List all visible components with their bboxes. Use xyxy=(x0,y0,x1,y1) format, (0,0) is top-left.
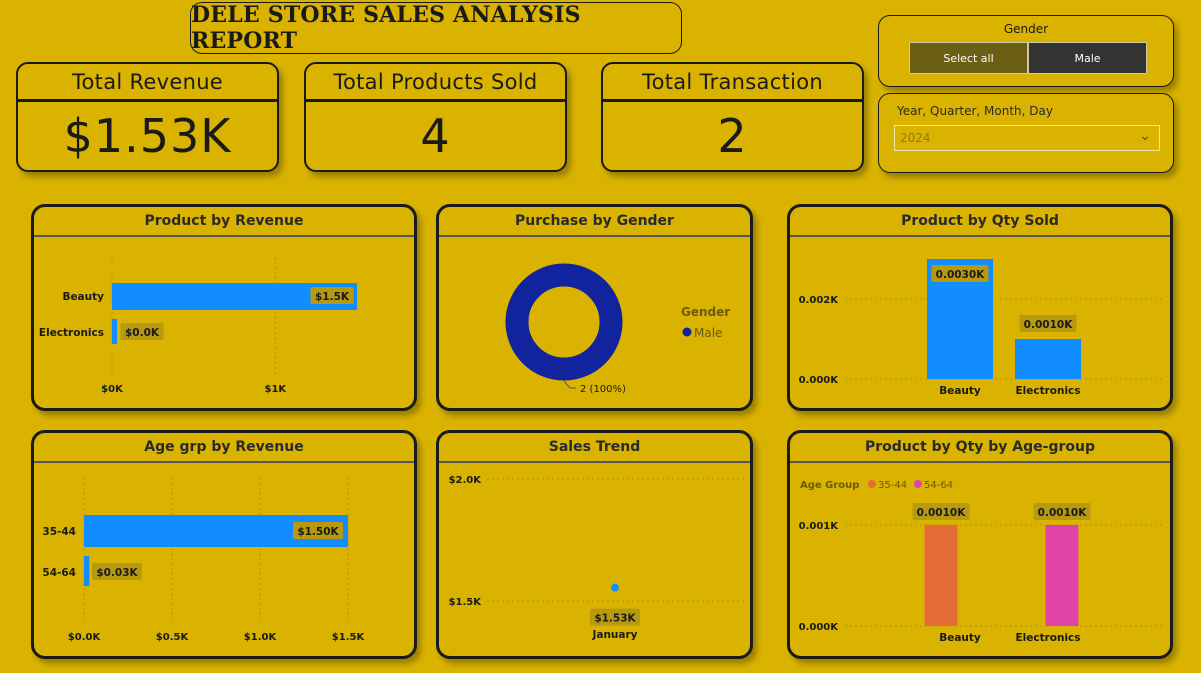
chart-product-by-revenue: Product by Revenue $0K $1K Beauty Electroni… xyxy=(31,204,417,411)
chart-title: Purchase by Gender xyxy=(439,207,750,237)
legend-label: 54-64 xyxy=(924,480,953,491)
chart-plot: Age Group 35-44 54-64 0.000K 0.001K 0.0010K Be… xyxy=(799,480,1165,644)
x-tick-label: $1K xyxy=(264,384,287,395)
data-label: $0.0K xyxy=(125,327,160,339)
y-tick-label: 0.001K xyxy=(799,521,840,532)
category-label: January xyxy=(591,629,637,641)
kpi-label: Total Revenue xyxy=(18,64,277,102)
category-label: Beauty xyxy=(939,385,981,397)
kpi-label: Total Products Sold xyxy=(306,64,565,102)
legend-label: Male xyxy=(694,326,722,340)
y-tick-label: $1.5K xyxy=(449,597,483,608)
slice-label: 2 (100%) xyxy=(580,384,626,395)
chart-sales-trend: Sales Trend $1.5K $2.0K $1.53K January xyxy=(436,430,753,659)
chart-title: Product by Qty by Age-group xyxy=(790,433,1170,463)
bar xyxy=(112,319,117,344)
date-slicer: Year, Quarter, Month, Day 2024 ⌄ xyxy=(878,93,1174,173)
legend-title: Gender xyxy=(681,305,730,319)
y-tick-label: 0.002K xyxy=(799,295,840,306)
y-tick-label: $2.0K xyxy=(449,475,483,486)
chart-plot: $0K $1K Beauty Electronics $1.5K $0.0K xyxy=(39,257,357,395)
category-label: 35-44 xyxy=(42,526,76,538)
chart-product-by-qty-by-age-group: Product by Qty by Age-group Age Group 35-… xyxy=(787,430,1173,659)
select-all-button[interactable]: Select all xyxy=(909,42,1028,74)
data-label: 0.0030K xyxy=(936,269,986,281)
category-label: Electronics xyxy=(1015,385,1080,397)
report-title: DELE STORE SALES ANALYSIS REPORT xyxy=(191,2,581,54)
data-label: $1.5K xyxy=(315,291,350,303)
male-button[interactable]: Male xyxy=(1028,42,1147,74)
x-tick-label: $0.5K xyxy=(156,632,190,643)
chart-title: Age grp by Revenue xyxy=(34,433,414,463)
y-tick-label: 0.000K xyxy=(799,622,840,633)
category-label: Beauty xyxy=(939,632,981,644)
chart-purchase-by-gender: Purchase by Gender 2 (100%) Gender Male xyxy=(436,204,753,411)
legend-label: 35-44 xyxy=(878,480,907,491)
chevron-down-icon[interactable]: ⌄ xyxy=(1139,128,1151,144)
data-label: 0.0010K xyxy=(1024,319,1074,331)
data-label: 0.0010K xyxy=(917,507,967,519)
category-label: 54-64 xyxy=(42,567,76,579)
y-tick-label: 0.000K xyxy=(799,375,840,386)
bar xyxy=(84,556,90,586)
kpi-value: 4 xyxy=(420,109,451,163)
chart-product-by-qty-sold: Product by Qty Sold 0.000K 0.002K Beauty El… xyxy=(787,204,1173,411)
chart-title: Sales Trend xyxy=(439,433,750,463)
gender-slicer: Gender Select all Male xyxy=(878,15,1174,87)
kpi-total-products-sold: Total Products Sold 4 xyxy=(304,62,567,172)
data-label: $0.03K xyxy=(96,567,138,579)
gender-slicer-title: Gender xyxy=(1003,22,1049,36)
leader-line xyxy=(563,380,576,389)
legend-marker xyxy=(868,480,876,488)
category-label: Electronics xyxy=(1015,632,1080,644)
kpi-total-revenue: Total Revenue $1.53K xyxy=(16,62,279,172)
x-tick-label: $1.5K xyxy=(332,632,366,643)
data-label: $1.53K xyxy=(594,613,636,625)
legend-marker xyxy=(914,480,922,488)
donut-slice xyxy=(505,263,623,381)
chart-plot: $1.5K $2.0K $1.53K January xyxy=(449,475,744,641)
x-tick-label: $1.0K xyxy=(244,632,278,643)
category-label: Beauty xyxy=(62,291,104,303)
legend-title: Age Group xyxy=(800,480,859,491)
x-tick-label: $0.0K xyxy=(68,632,102,643)
data-label: 0.0010K xyxy=(1038,507,1088,519)
date-dropdown[interactable]: 2024 ⌄ xyxy=(894,125,1160,151)
chart-title: Product by Revenue xyxy=(34,207,414,237)
bar xyxy=(1015,339,1081,379)
chart-age-grp-by-revenue: Age grp by Revenue $0.0K $0.5K $1.0K $1.5K 3… xyxy=(31,430,417,659)
report-title-box: DELE STORE SALES ANALYSIS REPORT xyxy=(190,2,682,54)
date-dropdown-value: 2024 xyxy=(900,131,931,145)
kpi-value: 2 xyxy=(717,109,748,163)
kpi-label: Total Transaction xyxy=(603,64,862,102)
kpi-total-transaction: Total Transaction 2 xyxy=(601,62,864,172)
chart-plot: 2 (100%) Gender Male xyxy=(505,263,730,395)
chart-plot: $0.0K $0.5K $1.0K $1.5K 35-44 54-64 $1.50K $0.0… xyxy=(42,478,366,643)
kpi-value: $1.53K xyxy=(63,109,232,163)
chart-title: Product by Qty Sold xyxy=(790,207,1170,237)
chart-plot: 0.000K 0.002K Beauty Electronics 0.0030K 0.00… xyxy=(799,259,1165,397)
bar xyxy=(1045,525,1079,626)
bar xyxy=(924,525,958,626)
date-slicer-title: Year, Quarter, Month, Day xyxy=(897,104,1053,118)
legend-marker xyxy=(682,327,692,337)
data-point xyxy=(611,583,619,592)
category-label: Electronics xyxy=(39,327,104,339)
data-label: $1.50K xyxy=(297,526,339,538)
x-tick-label: $0K xyxy=(101,384,124,395)
